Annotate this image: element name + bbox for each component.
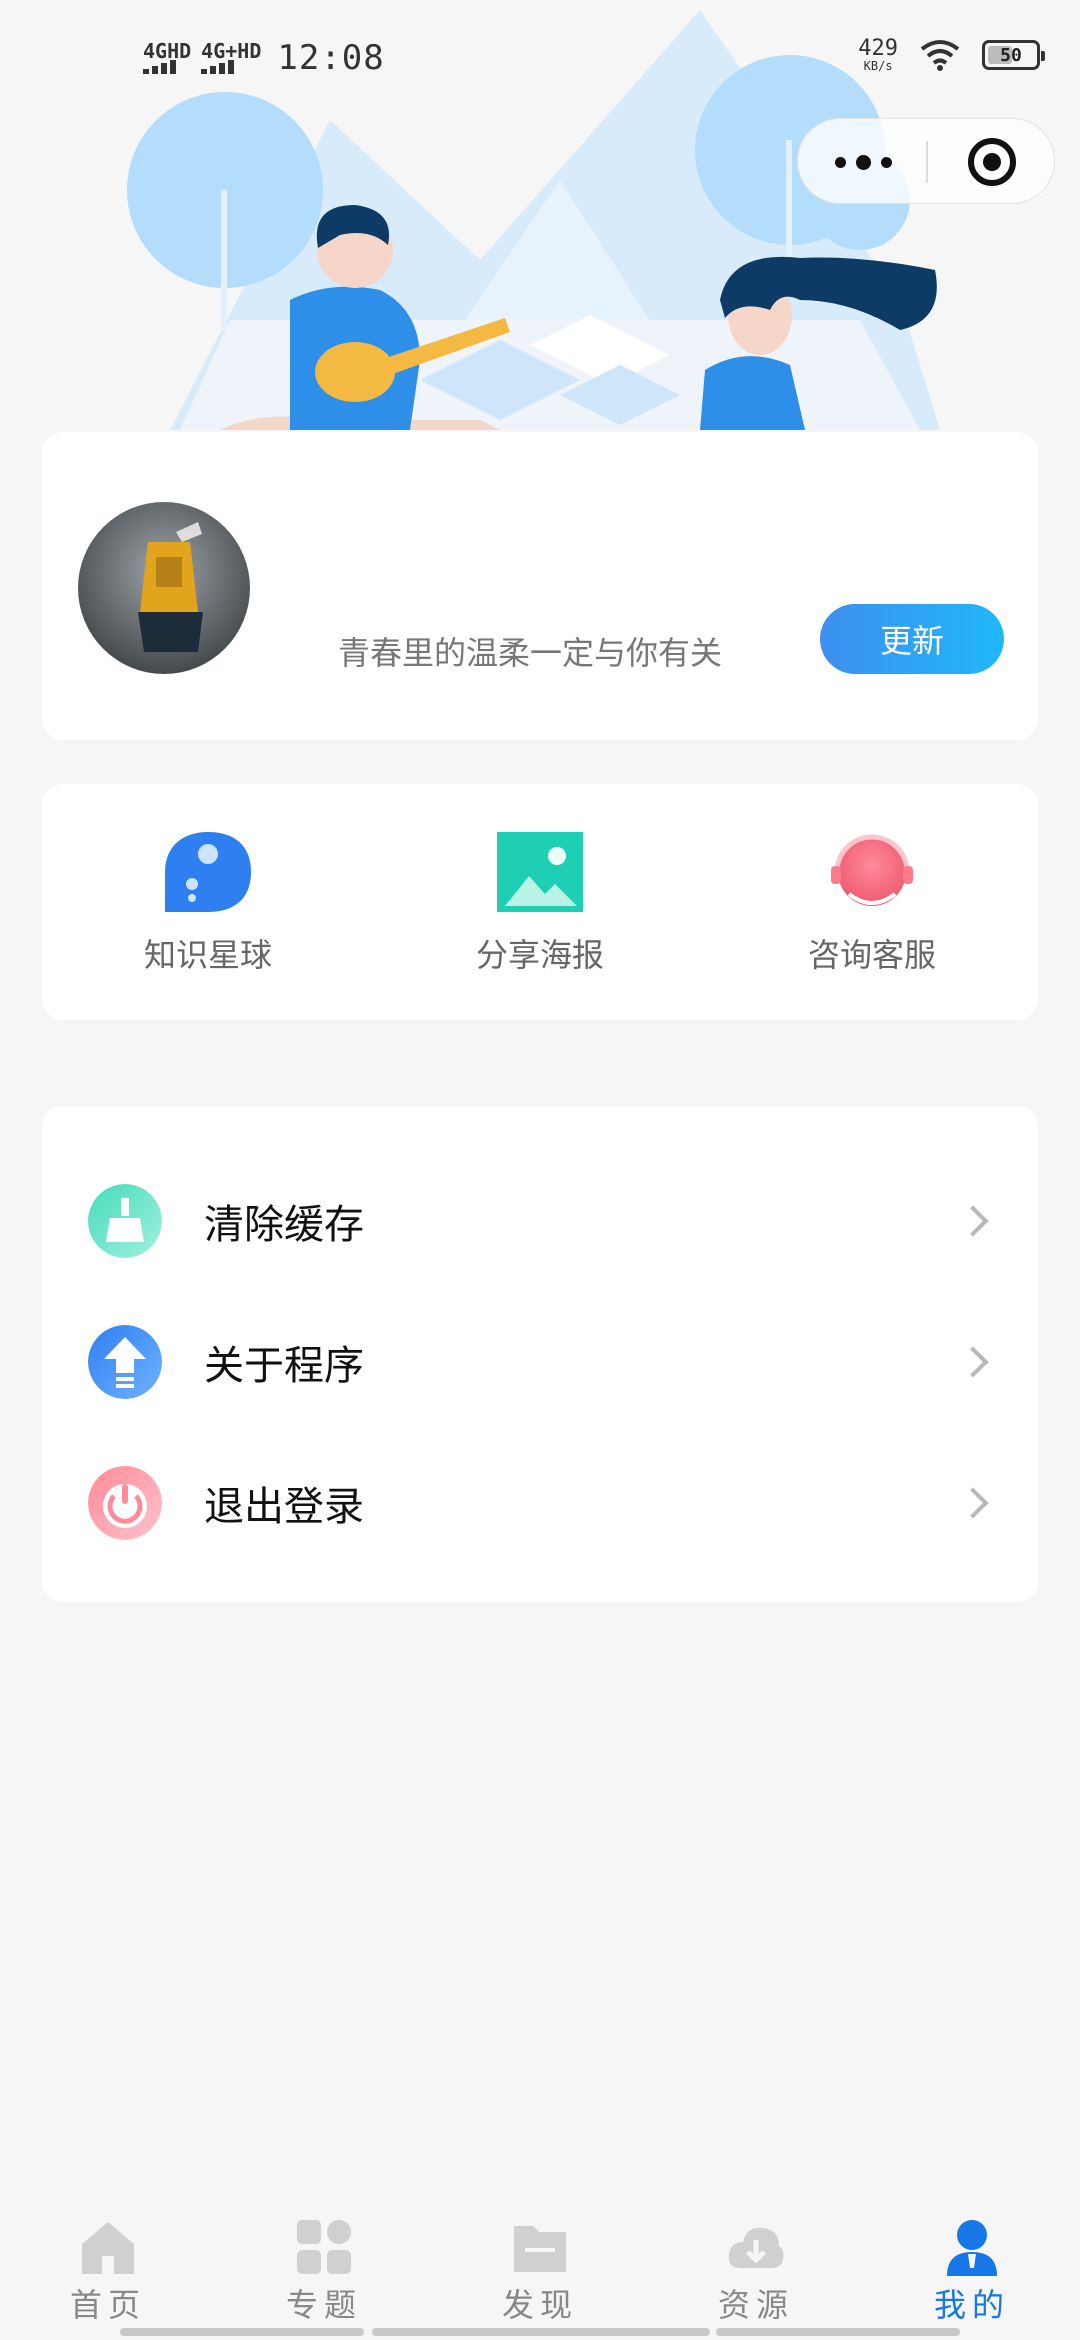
network-speed-unit: KB/s xyxy=(863,59,893,73)
tab-label: 首页 xyxy=(69,2286,146,2324)
tab-discover[interactable]: 发现 xyxy=(432,2190,648,2340)
shortcut-share-poster[interactable]: 分享海报 xyxy=(374,784,706,1020)
shortcut-label: 知识星球 xyxy=(143,936,272,974)
profile-card: 青春里的温柔一定与你有关 更新 xyxy=(42,432,1038,740)
gesture-bar-segment xyxy=(120,2328,364,2336)
chevron-right-icon xyxy=(957,1345,989,1378)
shortcut-knowledge-planet[interactable]: 知识星球 xyxy=(42,784,374,1020)
tab-label: 专题 xyxy=(285,2286,362,2324)
shortcut-customer-service[interactable]: 咨询客服 xyxy=(706,784,1038,1020)
image-icon xyxy=(497,832,583,912)
shortcuts-card: 知识星球 分享海报 咨询客服 xyxy=(42,784,1038,1020)
avatar-image xyxy=(138,522,203,652)
clock: 12:08 xyxy=(277,38,385,78)
tab-home[interactable]: 首页 xyxy=(0,2190,216,2340)
shortcut-label: 分享海报 xyxy=(475,936,604,974)
broom-icon xyxy=(88,1183,162,1258)
chevron-right-icon xyxy=(957,1486,989,1519)
gesture-bar-segment xyxy=(716,2328,960,2336)
cloud-download-icon xyxy=(728,2227,784,2268)
status-right: 429 KB/s 50 xyxy=(858,36,1045,73)
tab-mine[interactable]: 我的 xyxy=(864,2190,1080,2340)
tab-label: 资源 xyxy=(717,2286,794,2324)
profile-motto: 青春里的温柔一定与你有关 xyxy=(338,634,723,672)
bottom-tab-bar: 首页 专题 发现 资源 我的 xyxy=(0,2190,1080,2340)
chevron-right-icon xyxy=(957,1204,989,1237)
power-icon xyxy=(88,1465,162,1540)
wifi-icon xyxy=(920,40,960,71)
signal-strength-icon: 4G+HD xyxy=(201,41,261,74)
gesture-bar-segment xyxy=(372,2328,710,2336)
menu-item-label: 清除缓存 xyxy=(204,1201,364,1248)
menu-item-label: 关于程序 xyxy=(204,1342,364,1389)
menu-item-label: 退出登录 xyxy=(204,1483,364,1530)
headset-icon xyxy=(831,834,913,906)
more-icon[interactable] xyxy=(818,119,908,205)
network-speed: 429 KB/s xyxy=(858,36,898,73)
status-left: 4GHD 4G+HD 12:08 xyxy=(143,38,385,78)
grid-icon xyxy=(297,2220,351,2274)
battery-icon: 50 xyxy=(982,40,1045,70)
shortcut-label: 咨询客服 xyxy=(807,936,936,974)
planet-icon xyxy=(165,832,251,912)
status-bar: 4GHD 4G+HD 12:08 429 KB/s 50 xyxy=(0,0,1080,110)
close-target-icon[interactable] xyxy=(968,138,1016,186)
tab-resources[interactable]: 资源 xyxy=(648,2190,864,2340)
menu-item-about[interactable]: 关于程序 xyxy=(42,1291,1038,1432)
capsule-divider xyxy=(926,141,928,183)
signal-strength-icon: 4GHD xyxy=(143,41,191,74)
battery-level: 50 xyxy=(1000,44,1022,66)
network-speed-value: 429 xyxy=(858,36,898,61)
upload-arrow-icon xyxy=(88,1324,162,1399)
tab-topics[interactable]: 专题 xyxy=(216,2190,432,2340)
settings-menu-card: 清除缓存 关于程序 退出登录 xyxy=(42,1106,1038,1602)
folder-icon xyxy=(514,2226,566,2272)
tab-label: 我的 xyxy=(933,2286,1010,2324)
menu-item-clear-cache[interactable]: 清除缓存 xyxy=(42,1150,1038,1291)
avatar[interactable] xyxy=(78,502,250,674)
miniprogram-capsule xyxy=(797,118,1055,204)
user-icon xyxy=(947,2220,997,2276)
menu-item-logout[interactable]: 退出登录 xyxy=(42,1432,1038,1573)
update-button[interactable]: 更新 xyxy=(820,604,1004,674)
tab-label: 发现 xyxy=(501,2286,578,2324)
home-icon xyxy=(82,2222,134,2274)
